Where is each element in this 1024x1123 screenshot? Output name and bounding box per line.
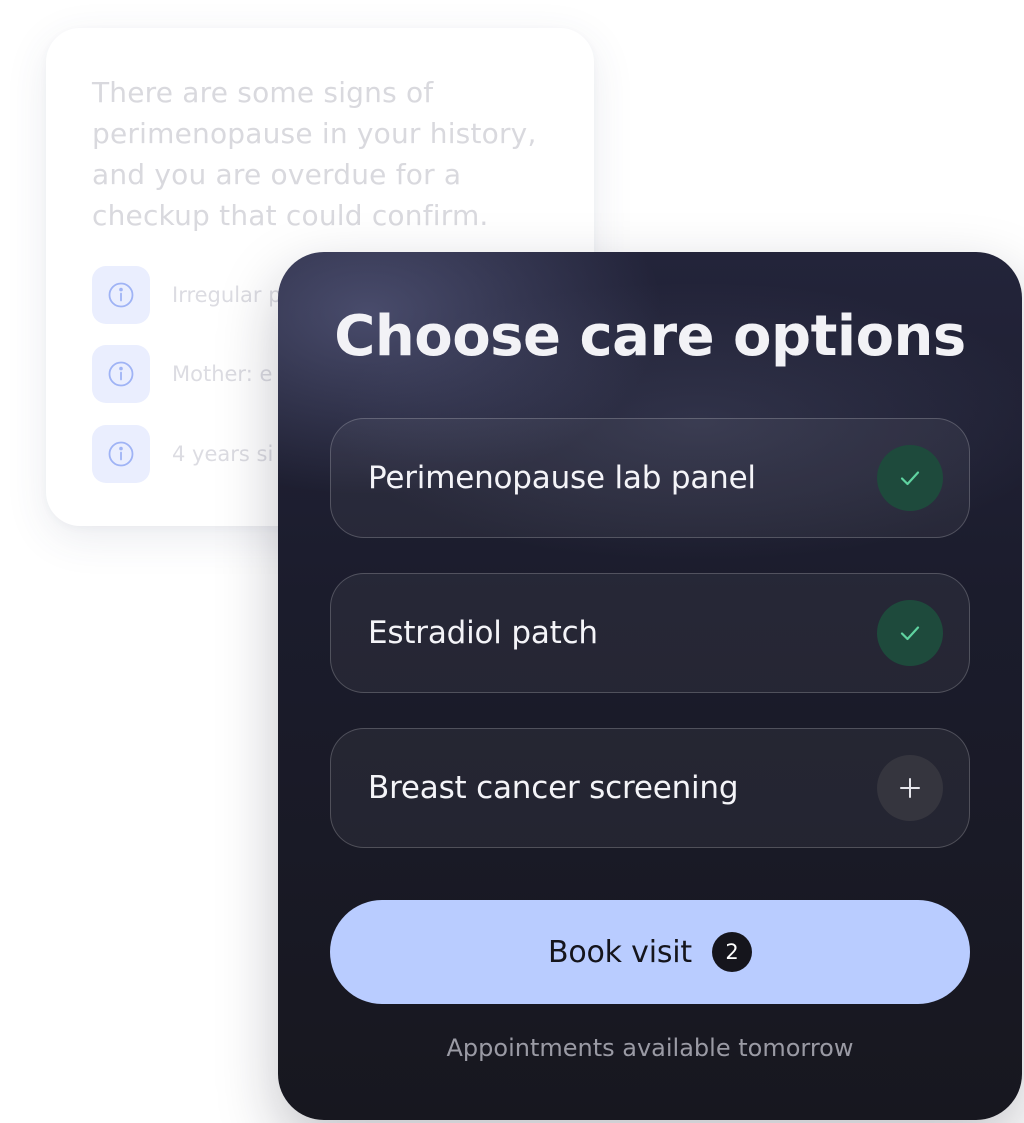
check-icon xyxy=(900,471,920,486)
history-summary-text: There are some signs of perimenopause in… xyxy=(92,76,537,232)
book-visit-button[interactable]: Book visit 2 xyxy=(330,900,970,1004)
care-option-breast-cancer-screening[interactable]: Breast cancer screening xyxy=(330,728,970,848)
history-item: Mother: e xyxy=(92,345,272,403)
plus-icon xyxy=(900,778,920,798)
option-selected-toggle[interactable] xyxy=(877,445,943,511)
care-option-lab-panel[interactable]: Perimenopause lab panel xyxy=(330,418,970,538)
availability-note: Appointments available tomorrow xyxy=(446,1034,854,1062)
selected-count-badge: 2 xyxy=(712,932,753,972)
info-icon xyxy=(92,345,150,403)
history-item-label: Irregular p xyxy=(172,283,282,307)
care-options-panel: Choose care options Perimenopause lab pa… xyxy=(278,252,1022,1120)
check-icon xyxy=(900,626,920,641)
panel-title: Choose care options xyxy=(334,304,966,369)
info-icon xyxy=(92,266,150,324)
care-option-estradiol-patch[interactable]: Estradiol patch xyxy=(330,573,970,693)
history-item: Irregular p xyxy=(92,266,282,324)
care-option-label: Estradiol patch xyxy=(368,615,598,651)
option-selected-toggle[interactable] xyxy=(877,600,943,666)
book-visit-label: Book visit xyxy=(547,934,693,970)
stage: There are some signs of perimenopause in… xyxy=(0,0,1024,1123)
history-item-label: Mother: e xyxy=(172,362,273,386)
care-option-label: Breast cancer screening xyxy=(368,770,739,806)
care-option-label: Perimenopause lab panel xyxy=(368,460,756,496)
option-add-toggle[interactable] xyxy=(877,755,943,821)
history-item-label: 4 years si xyxy=(172,442,274,466)
info-icon xyxy=(92,425,150,483)
history-item: 4 years si xyxy=(92,425,273,483)
